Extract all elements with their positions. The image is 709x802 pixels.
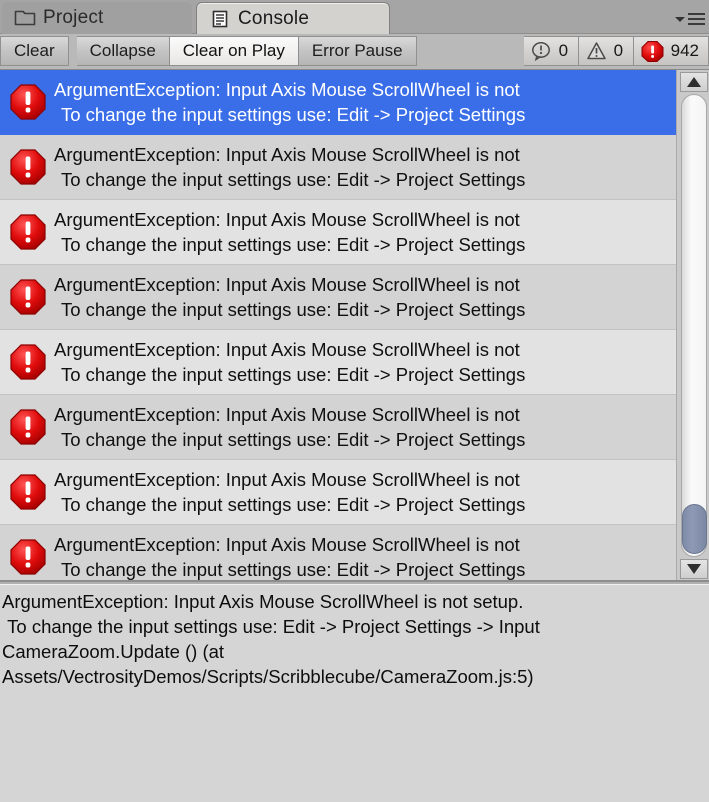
log-entry-row[interactable]: ArgumentException: Input Axis Mouse Scro… [0, 70, 676, 135]
tab-console[interactable]: Console [196, 2, 390, 34]
log-entry-line-2: To change the input settings use: Edit -… [61, 299, 526, 320]
log-entry-row[interactable]: ArgumentException: Input Axis Mouse Scro… [0, 395, 676, 460]
scroll-down-arrow-icon[interactable] [680, 559, 708, 579]
log-entry-line-1: ArgumentException: Input Axis Mouse Scro… [54, 274, 520, 295]
vertical-scroll-thumb[interactable] [682, 504, 707, 554]
stack-trace-text: ArgumentException: Input Axis Mouse Scro… [2, 591, 540, 687]
log-vertical-scrollbar[interactable] [676, 70, 709, 580]
console-document-icon [212, 10, 228, 27]
unity-console-window: Project Console Clear Collapse Clear on … [0, 0, 709, 802]
error-octagon-icon [641, 41, 664, 62]
log-entry-row[interactable]: ArgumentException: Input Axis Mouse Scro… [0, 135, 676, 200]
log-entry-line-2: To change the input settings use: Edit -… [61, 429, 526, 450]
log-entry-row[interactable]: ArgumentException: Input Axis Mouse Scro… [0, 460, 676, 525]
log-entry-line-1: ArgumentException: Input Axis Mouse Scro… [54, 469, 520, 490]
triangle-down-glyph [687, 564, 701, 574]
log-entry-text: ArgumentException: Input Axis Mouse Scro… [54, 207, 676, 257]
error-octagon-icon [10, 344, 46, 380]
error-octagon-icon [10, 149, 46, 185]
log-entry-text: ArgumentException: Input Axis Mouse Scro… [54, 402, 676, 452]
info-count-value: 0 [558, 41, 569, 60]
log-entry-line-2: To change the input settings use: Edit -… [61, 559, 526, 580]
error-octagon-icon [10, 279, 46, 315]
log-entry-row[interactable]: ArgumentException: Input Axis Mouse Scro… [0, 265, 676, 330]
window-options-menu[interactable] [675, 12, 705, 26]
error-count-button[interactable]: 942 [633, 36, 709, 66]
log-entry-row[interactable]: ArgumentException: Input Axis Mouse Scro… [0, 525, 676, 580]
tab-project-label: Project [43, 7, 104, 28]
error-octagon-icon [10, 214, 46, 250]
hamburger-menu-icon [688, 12, 705, 26]
log-entry-line-1: ArgumentException: Input Axis Mouse Scro… [54, 339, 520, 360]
log-entry-row[interactable]: ArgumentException: Input Axis Mouse Scro… [0, 330, 676, 395]
log-entry-line-1: ArgumentException: Input Axis Mouse Scro… [54, 534, 520, 555]
log-entry-line-1: ArgumentException: Input Axis Mouse Scro… [54, 79, 520, 100]
clear-on-play-button[interactable]: Clear on Play [169, 36, 299, 66]
toolbar-separator [69, 34, 77, 69]
info-bubble-icon [531, 42, 550, 62]
log-entry-text: ArgumentException: Input Axis Mouse Scro… [54, 272, 676, 322]
log-entry-line-1: ArgumentException: Input Axis Mouse Scro… [54, 404, 520, 425]
warning-triangle-icon [586, 42, 606, 60]
error-octagon-icon [10, 409, 46, 445]
console-log-list[interactable]: ArgumentException: Input Axis Mouse Scro… [0, 70, 709, 582]
collapse-button[interactable]: Collapse [76, 36, 170, 66]
error-octagon-icon [10, 84, 46, 120]
log-entry-text: ArgumentException: Input Axis Mouse Scro… [54, 142, 676, 192]
log-entry-line-2: To change the input settings use: Edit -… [61, 169, 526, 190]
log-entry-line-1: ArgumentException: Input Axis Mouse Scro… [54, 209, 520, 230]
warning-count-button[interactable]: 0 [578, 36, 634, 66]
log-entry-line-2: To change the input settings use: Edit -… [61, 234, 526, 255]
triangle-up-glyph [687, 77, 701, 87]
scroll-up-arrow-icon[interactable] [680, 72, 708, 92]
info-count-button[interactable]: 0 [523, 36, 579, 66]
error-octagon-icon [10, 539, 46, 575]
error-count-value: 942 [670, 41, 699, 60]
log-entry-line-1: ArgumentException: Input Axis Mouse Scro… [54, 144, 520, 165]
chevron-down-icon [675, 16, 685, 22]
log-rows-container: ArgumentException: Input Axis Mouse Scro… [0, 70, 676, 580]
log-entry-line-2: To change the input settings use: Edit -… [61, 364, 526, 385]
warning-count-value: 0 [613, 41, 624, 60]
scrollbar-track[interactable] [681, 94, 707, 557]
tab-project[interactable]: Project [2, 2, 192, 34]
folder-icon [14, 10, 36, 26]
log-entry-line-2: To change the input settings use: Edit -… [61, 494, 526, 515]
log-entry-text: ArgumentException: Input Axis Mouse Scro… [54, 337, 676, 387]
error-octagon-icon [10, 474, 46, 510]
clear-button[interactable]: Clear [0, 36, 69, 66]
panel-tab-bar: Project Console [0, 0, 709, 34]
log-entry-text: ArgumentException: Input Axis Mouse Scro… [54, 532, 676, 580]
log-entry-line-2: To change the input settings use: Edit -… [61, 104, 526, 125]
log-entry-row[interactable]: ArgumentException: Input Axis Mouse Scro… [0, 200, 676, 265]
log-entry-text: ArgumentException: Input Axis Mouse Scro… [54, 467, 676, 517]
log-detail-pane[interactable]: ArgumentException: Input Axis Mouse Scro… [0, 584, 709, 802]
error-pause-button[interactable]: Error Pause [298, 36, 417, 66]
tab-console-label: Console [238, 7, 310, 29]
console-toolbar: Clear Collapse Clear on Play Error Pause… [0, 34, 709, 70]
log-entry-text: ArgumentException: Input Axis Mouse Scro… [54, 77, 676, 127]
